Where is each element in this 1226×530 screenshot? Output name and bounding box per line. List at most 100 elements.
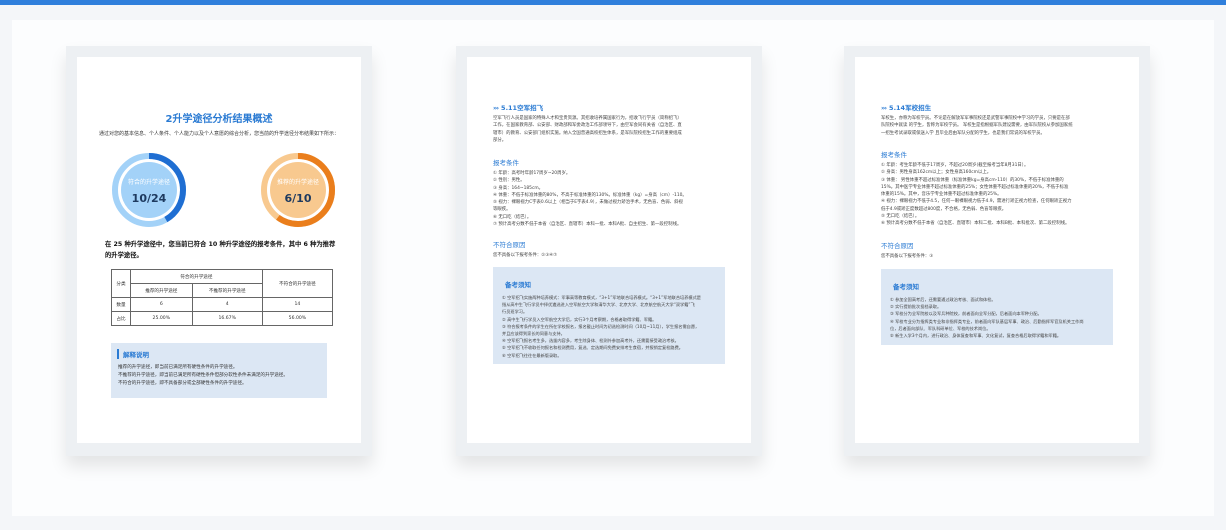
ring-recommend-center [270, 162, 326, 218]
text-line: 部分。 [493, 137, 507, 143]
document-sheet-3[interactable]: ››› 5.14军校招生 军校生，亦称为军校学员。不论是在解放军军事院校还是武警军… [844, 46, 1150, 456]
list-item: ③ 符合报考条件的学生在所在学校报名，报名截止时间为初选检测时间（10月~11月… [502, 323, 700, 329]
page-results-overview: 2升学途径分析结果概述 通过对您的基本信息、个人条件、个人能力以及个人意愿的综合… [77, 57, 361, 443]
conditions-list: ① 年龄：高考时年龄17周岁~20周岁。 ② 性别：男性。 ③ 身高：164~1… [493, 170, 729, 228]
page-air-force-pilot: ››› 5.11空军招飞 空军飞行人员是国家的特殊人才和宝贵资源。其招收培养属国家… [467, 57, 751, 443]
row-label: 数量 [111, 297, 131, 312]
unmet-title: 不符合原因 [493, 241, 526, 249]
intro-text: 通过对您的基本信息、个人条件、个人能力以及个人意愿的综合分析，您当前的升学途径分… [99, 131, 340, 137]
list-item: ⑥ 无口吃（结巴）。 [493, 214, 532, 220]
list-item: ① 空军招飞实施两种培养模式：军事高等教育模式，“3+1”军地联合培养模式。“3… [502, 295, 701, 300]
section-title-text: 5.14军校招生 [889, 104, 932, 112]
th-match: 符合的升学途径 [130, 269, 263, 284]
notice-title: 备考须知 [505, 281, 531, 289]
list-item: ⑤ 视力：裸眼视力C字表0.6以上（相当于E字表4.9），未做过视力矫治手术，无… [493, 200, 683, 206]
chevrons-icon: ››› [881, 104, 887, 112]
list-item: ④ 空军招飞报名考生多，选拔内容多，考生除身体、检测外参加高考外，还需要接受政治… [502, 338, 679, 344]
list-item: 低于4.9或矫正度数超过800度，不合格，无色弱、色盲等眼疾。 [881, 206, 1007, 212]
th-not-match: 不符合的升学途径 [261, 269, 334, 298]
notice-title: 备考须知 [893, 283, 919, 291]
list-item: 体重的15%。其中，音乐学专业体重不超过标准体重的25%。 [881, 192, 1002, 198]
list-item: ① 年龄：考生年龄不低于17周岁，不超过20周岁(截至报考当年8月31日）。 [881, 163, 1029, 168]
cell-value: 56.00% [261, 311, 334, 326]
section-title-text: 5.11空军招飞 [501, 104, 544, 112]
ring-chart-match: 符合的升学途径 10/24 [110, 151, 188, 229]
text-line: 您不具备以下报考条件：②③④⑦ [493, 253, 558, 258]
unmet-text: 您不具备以下报考条件：②③④⑦ [493, 252, 729, 259]
list-item: ③ 身高：164~185cm。 [493, 185, 544, 191]
list-item: ② 实行提前批次投档录取。 [890, 304, 942, 310]
list-item: 15%。其中医学专业体重不超过标准体重的25%；女性体重不超过标准体重的20%，… [881, 184, 1069, 190]
list-item: ⑦ 预计高考分数不低于本省（自治区、直辖市）本科一批、本科A批、自主招生、第一段… [493, 222, 682, 228]
conditions-title: 报考条件 [881, 151, 907, 159]
section-title: ››› 5.11空军招飞 [493, 102, 543, 112]
list-item: ④ 视力：裸眼视力不低于4.5，任何一眼裸眼视力低于4.9，需进行矫正视力检查，… [881, 199, 1072, 205]
text-line: 空军飞行人员是国家的特殊人才和宝贵资源。其招收培养属国家行为，招收飞行学员（简称… [493, 116, 682, 121]
document-sheet-1[interactable]: 2升学途径分析结果概述 通过对您的基本信息、个人条件、个人能力以及个人意愿的综合… [66, 46, 372, 456]
intro-paragraph: 空军飞行人员是国家的特殊人才和宝贵资源。其招收培养属国家行为，招收飞行学员（简称… [493, 115, 729, 144]
chevrons-icon: ››› [493, 104, 499, 112]
cell-value: 14 [261, 297, 334, 312]
row-label: 占比 [111, 311, 131, 326]
th-not-recommend: 不推荐的升学途径 [191, 283, 263, 298]
ring-recommend-graphic [261, 153, 335, 227]
th-category: 分类 [111, 269, 131, 298]
cell-value: 4 [191, 297, 263, 312]
ring-match-graphic [112, 153, 186, 227]
list-item: ① 年龄：高考时年龄17周岁~20周岁。 [493, 171, 571, 176]
explain-line: 不推荐的升学途径，即当前已满足所有硬性条件但部分软性条件未满足的升学途径。 [118, 373, 288, 378]
page-military-academy: ››› 5.14军校招生 军校生，亦称为军校学员。不论是在解放军军事院校还是武警军… [855, 57, 1139, 443]
list-item: ② 高中生飞行学员入空军航空大学后，实行3个月考察期，合格者取得学籍、军籍。 [502, 316, 657, 322]
unmet-text: 您不具备以下报考条件：③ [881, 253, 1117, 260]
intro-paragraph: 军校生，亦称为军校学员。不论是在解放军军事院校还是武警军事院校中学习的学员，只要… [881, 115, 1117, 137]
section-title: ››› 5.14军校招生 [881, 102, 931, 112]
text-line: 一招生考试录取或保送入学 且毕业后由军队分配的学生，也是我们常说的军校学员。 [881, 130, 1045, 136]
list-item: 并且应该得到家长的同意与支持。 [502, 331, 565, 337]
list-item: ② 身高：男性身高162cm以上；女性身高160cm以上。 [881, 170, 992, 176]
text-line: 队院校中就读 的学生，皆称为军校学员。 军校生是指根据军队建设需要，由军队院校从… [881, 123, 1073, 129]
notice-lines: ① 参加全国高考后，还需要通过政治考核、面试和体检。 ② 实行提前批次投档录取。… [890, 296, 1107, 339]
list-item: ⑤ 新生入学3个月内，进行政治、身体复查和军事、文化复试，复查合格后取得学籍和军… [890, 333, 1062, 339]
cell-value: 6 [130, 297, 193, 312]
top-accent-bar [0, 0, 1226, 5]
document-sheet-2[interactable]: ››› 5.11空军招飞 空军飞行人员是国家的特殊人才和宝贵资源。其招收培养属国家… [456, 46, 762, 456]
th-recommend: 推荐的升学途径 [130, 283, 193, 298]
list-item: ③ 军校分为全军院校以及军兵种院校，前者面向全军分配，后者面向本军种分配。 [890, 311, 1042, 317]
explain-line: 不符合的升学途径，即不具备部分或全部硬性条件的升学途径。 [118, 381, 247, 386]
unmet-title: 不符合原因 [881, 242, 914, 250]
table-row: 占比 25.00% 16.67% 56.00% [111, 311, 334, 326]
list-item: ① 参加全国高考后，还需要通过政治考核、面试和体检。 [890, 297, 996, 302]
page-title: 2升学途径分析结果概述 [165, 114, 273, 125]
list-item: 等眼疾。 [493, 207, 511, 213]
cell-value: 16.67% [191, 311, 263, 326]
list-item: 位，后者面向部队、军队科研单位、军校的技术岗位。 [890, 325, 991, 331]
ring-match-value: 10/24 [131, 192, 167, 205]
text-line: 军校生，亦称为军校学员。不论是在解放军军事院校还是武警军事院校中学习的学员，只要… [881, 116, 1070, 121]
ring-recommend-label: 推荐的升学途径 [276, 179, 319, 186]
list-item: ⑥ 空军招飞往往在最新版录取。 [502, 352, 562, 358]
explain-line: 推荐的升学途径，即当前已满足所有硬性条件的升学途径。 [118, 365, 238, 370]
list-item: ④ 军校专业分为指挥类专业和非指挥类专业，前者面向军队基层军事、政治、后勤指挥军… [890, 318, 1084, 324]
ring-chart-recommend: 推荐的升学途径 6/10 [259, 151, 337, 229]
ring-recommend-value: 6/10 [284, 192, 312, 205]
list-item: 指从高中生飞行学员中择优遴选进入空军航空大学和清华大学、北京大学、北京航空航天大… [502, 302, 695, 308]
list-item: ③ 体重： 男性体重不超过标准体重（标准体重kg=身高cm-110）的30%，不… [881, 177, 1064, 183]
list-item: ④ 体重：不低于标准体重的80%，不高于标准体重的130%。标准体重（kg）=身… [493, 192, 687, 198]
list-item: ② 性别：男性。 [493, 178, 525, 184]
explain-box: 解释说明 推荐的升学途径，即当前已满足所有硬性条件的升学途径。 不推荐的升学途径… [111, 343, 327, 398]
table-header-row: 分类 符合的升学途径 不符合的升学途径 [111, 269, 334, 298]
table-row: 数量 6 4 14 [111, 297, 334, 312]
list-item: ⑥ 预计高考分数不低于本省（自治区、直辖市）本科二批、本科B批、本科批次、第二段… [881, 221, 1070, 227]
text-line: 您不具备以下报考条件：③ [881, 254, 934, 259]
ring-match-label: 符合的升学途径 [127, 179, 170, 186]
summary-text: 在 25 种升学途径中，您当前已符合 10 种升学途径的报考条件，其中 6 种为… [105, 241, 336, 259]
explain-title: 解释说明 [117, 349, 149, 359]
list-item: ⑤ 空军招飞不收取任何报名和检测费用，复选、定选期间免费安排考生食宿，并报销定复… [502, 345, 683, 351]
ring-match-center [121, 162, 177, 218]
text-line: 工作，在国家教育部、公安部、财政部和军委政治工作部领导下，由空军会同有关省（自治… [493, 123, 682, 129]
notice-box: 备考须知 ① 参加全国高考后，还需要通过政治考核、面试和体检。 ② 实行提前批次… [881, 269, 1113, 345]
stats-table: 分类 符合的升学途径 不符合的升学途径 推荐的升学途径 不推荐的升学途径 数量 … [111, 269, 334, 326]
notice-lines: ① 空军招飞实施两种培养模式：军事高等教育模式，“3+1”军地联合培养模式。“3… [502, 294, 719, 359]
list-item: ⑤ 无口吃（结巴）。 [881, 214, 920, 220]
cell-value: 25.00% [130, 311, 193, 326]
